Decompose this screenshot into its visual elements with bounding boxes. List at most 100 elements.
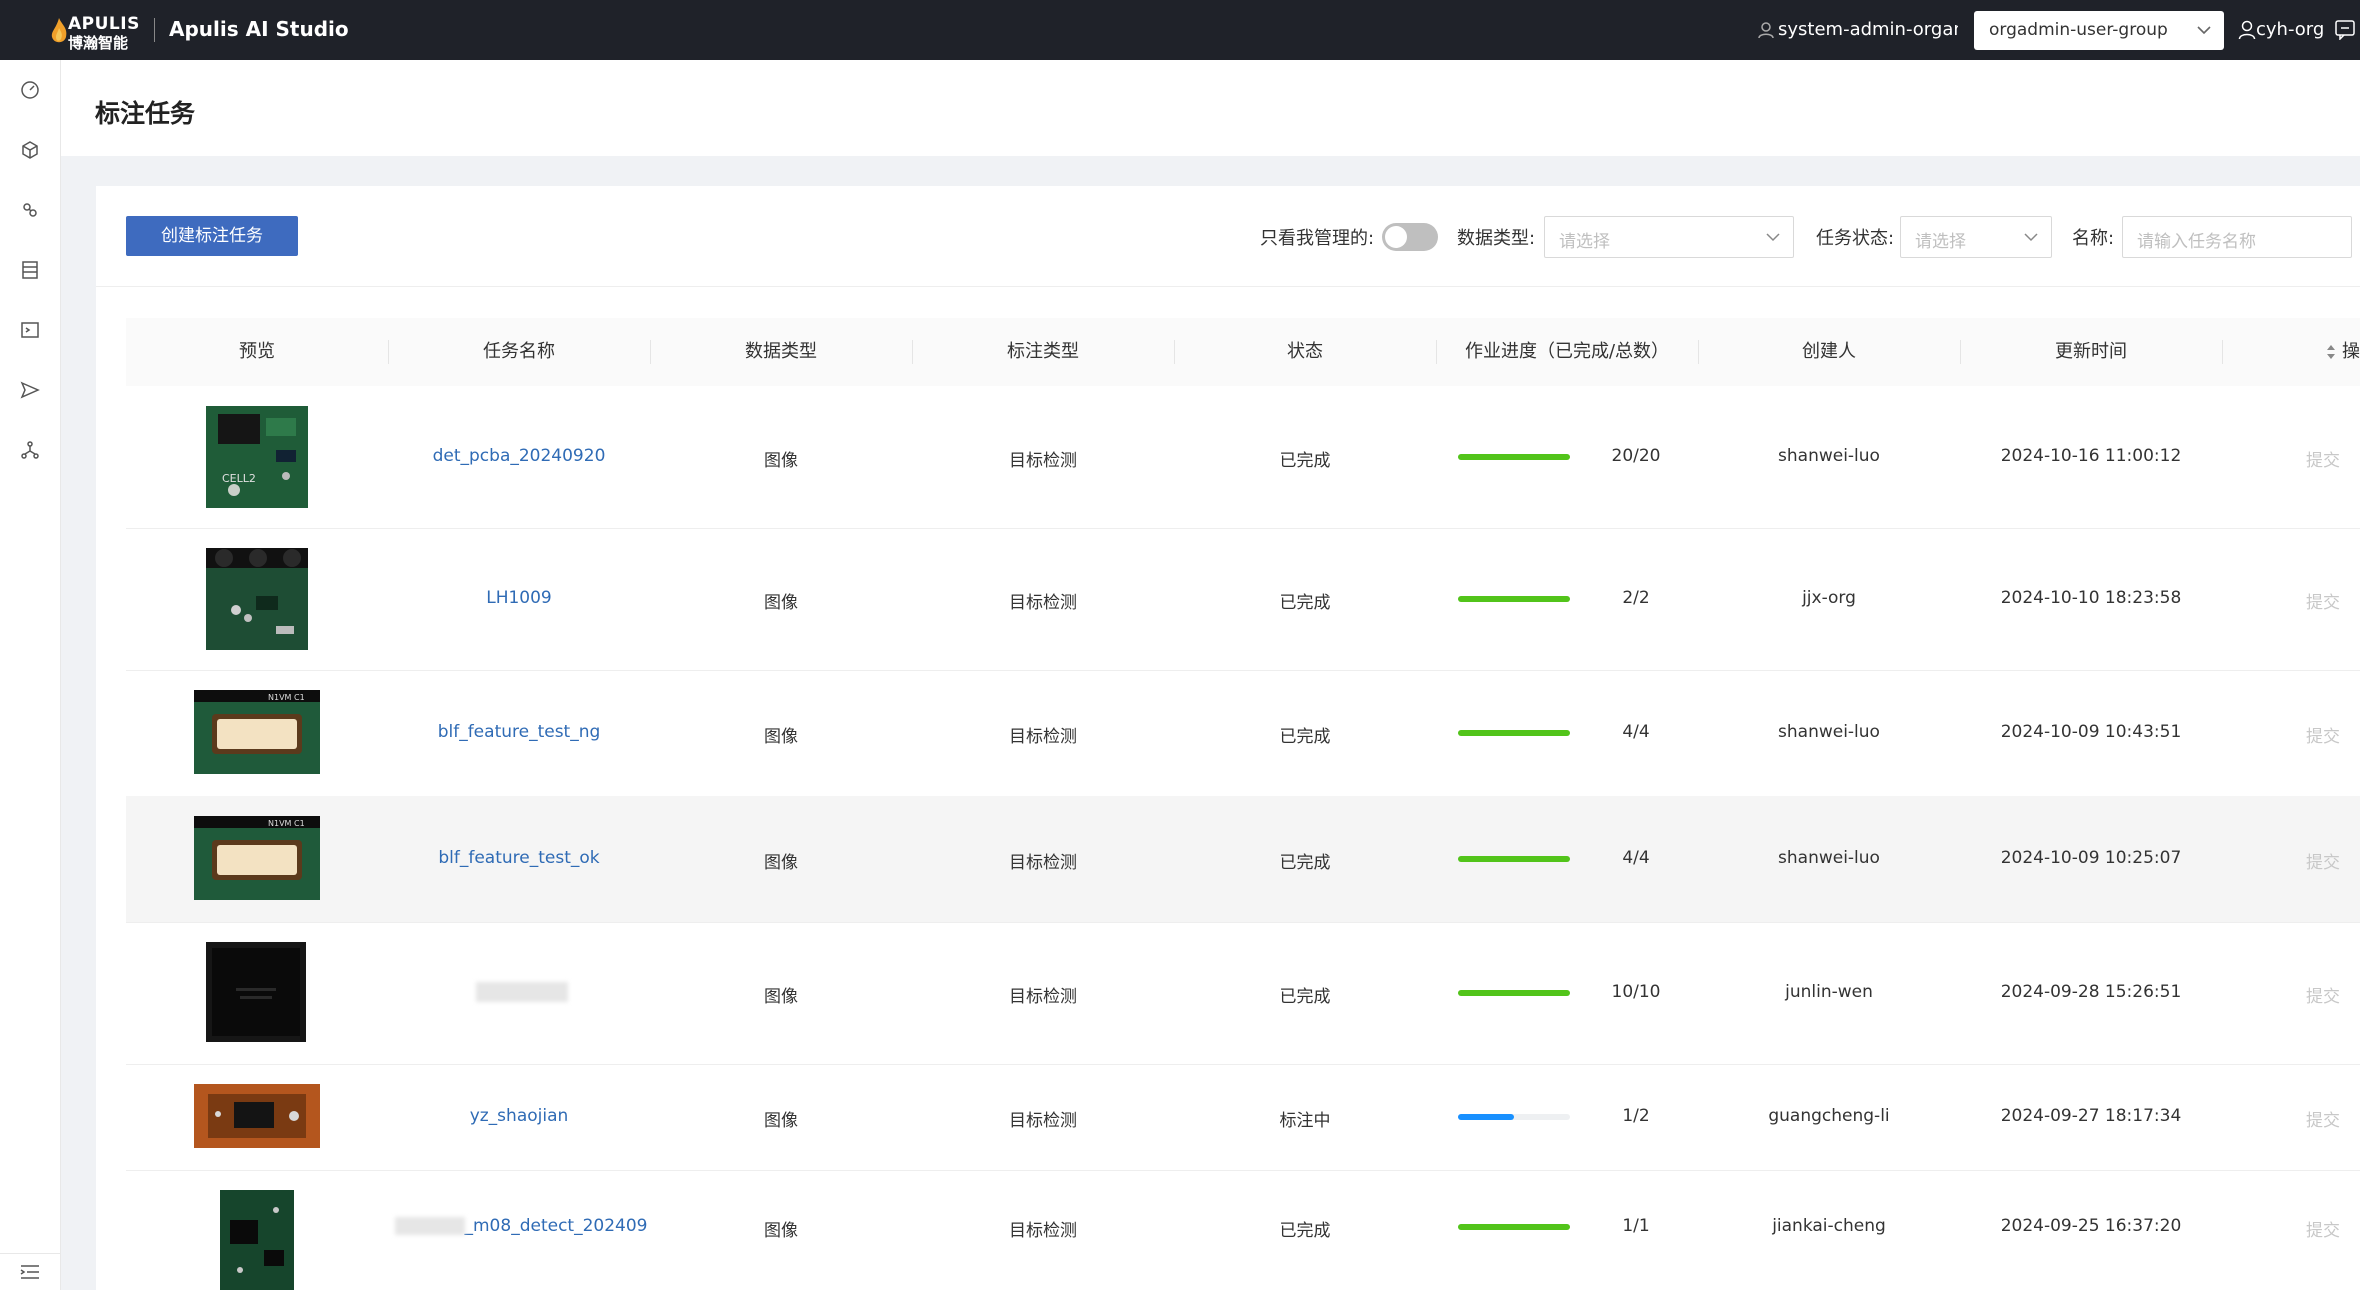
submit-action[interactable]: 提交 — [2286, 446, 2360, 471]
progress-bar — [1458, 856, 1570, 862]
data-type-select[interactable]: 请选择 — [1544, 216, 1794, 258]
table-row[interactable]: N1VM C1 blf_feature_test_ng 图像 目标检测 已完成 … — [126, 670, 2360, 797]
task-name-link[interactable]: _m08_detect_202409 — [366, 1216, 676, 1236]
updated-cell: 2024-10-10 18:23:58 — [2000, 588, 2182, 608]
col-creator: 创建人 — [1802, 341, 1856, 362]
col-task-name: 任务名称 — [483, 341, 555, 362]
status-cell: 已完成 — [1279, 451, 1331, 471]
table-icon[interactable] — [19, 259, 41, 281]
label-type-cell: 目标检测 — [1009, 853, 1077, 873]
data-type-cell: 图像 — [764, 1111, 798, 1131]
task-status-label: 任务状态: — [1816, 228, 1895, 249]
task-name-suffix: _m08_detect_202409 — [464, 1216, 648, 1236]
task-name-placeholder: 请输入任务名称 — [2137, 232, 2256, 252]
org-name[interactable]: cyh-org — [2256, 19, 2324, 40]
submit-action[interactable]: 提交 — [2286, 982, 2360, 1007]
admin-organization[interactable]: system-admin-organ... — [1778, 19, 1958, 40]
task-name-link[interactable] — [388, 982, 650, 1002]
label-type-cell: 目标检测 — [1009, 1221, 1077, 1241]
updated-cell: 2024-10-16 11:00:12 — [2000, 446, 2182, 466]
table-row[interactable]: N1VM C1 blf_feature_test_ok 图像 目标检测 已完成 … — [126, 796, 2360, 923]
table-row[interactable]: LH1009 图像 目标检测 已完成 2/2 jjx-org 2024-10-1… — [126, 528, 2360, 671]
toggle-knob — [1385, 226, 1407, 248]
apulis-logo[interactable]: APULIS 博瀚智能 — [48, 12, 143, 52]
only-mine-toggle[interactable] — [1382, 223, 1438, 251]
menu-collapse-icon[interactable] — [19, 1262, 41, 1282]
redacted-name-block — [394, 1217, 465, 1235]
col-status: 状态 — [1287, 341, 1323, 362]
row-preview-thumbnail[interactable] — [220, 1190, 294, 1290]
status-cell: 已完成 — [1279, 1221, 1331, 1241]
page-header: 标注任务 — [61, 60, 2360, 156]
submit-action[interactable]: 提交 — [2286, 588, 2360, 613]
logo-text-en: APULIS — [68, 14, 140, 34]
table-row[interactable]: _m08_detect_202409 图像 目标检测 已完成 1/1 jiank… — [126, 1170, 2360, 1290]
creator-cell: jjx-org — [1802, 588, 1856, 608]
thumb-label: CELL2 — [222, 472, 256, 485]
table-row[interactable]: CELL2 det_pcba_20240920 图像 目标检测 已完成 20/2… — [126, 386, 2360, 529]
col-preview: 预览 — [239, 341, 275, 362]
creator-cell: guangcheng-li — [1768, 1106, 1890, 1126]
progress-text: 10/10 — [1611, 982, 1661, 1002]
user-group-select[interactable]: orgadmin-user-group — [1974, 11, 2224, 50]
only-mine-label: 只看我管理的: — [1260, 228, 1375, 249]
task-name-link[interactable]: LH1009 — [388, 588, 650, 608]
chevron-down-icon — [2024, 233, 2038, 242]
progress-text: 1/2 — [1622, 1106, 1650, 1126]
message-icon[interactable] — [2334, 18, 2356, 40]
row-preview-thumbnail[interactable]: CELL2 — [206, 406, 308, 508]
thumb-label: N1VM C1 — [268, 819, 305, 828]
create-label-task-button[interactable]: 创建标注任务 — [126, 216, 298, 256]
row-preview-thumbnail[interactable] — [194, 1084, 320, 1148]
updated-cell: 2024-10-09 10:43:51 — [2000, 722, 2182, 742]
submit-action[interactable]: 提交 — [2286, 722, 2360, 747]
data-type-cell: 图像 — [764, 987, 798, 1007]
progress-bar-fill — [1458, 1224, 1570, 1230]
row-preview-thumbnail[interactable] — [206, 942, 306, 1042]
label-type-cell: 目标检测 — [1009, 593, 1077, 613]
progress-text: 1/1 — [1622, 1216, 1650, 1236]
task-status-select[interactable]: 请选择 — [1900, 216, 2052, 258]
chevron-down-icon — [1766, 233, 1780, 242]
data-type-cell: 图像 — [764, 727, 798, 747]
label-type-cell: 目标检测 — [1009, 451, 1077, 471]
updated-cell: 2024-09-28 15:26:51 — [2000, 982, 2182, 1002]
dashboard-icon[interactable] — [19, 79, 41, 101]
model-cube-icon[interactable] — [19, 139, 41, 161]
data-type-label: 数据类型: — [1457, 228, 1536, 249]
data-type-placeholder: 请选择 — [1559, 232, 1610, 252]
status-cell: 已完成 — [1279, 853, 1331, 873]
updated-cell: 2024-09-25 16:37:20 — [2000, 1216, 2182, 1236]
submit-action[interactable]: 提交 — [2286, 848, 2360, 873]
col-updated[interactable]: 更新时间 — [1960, 318, 2222, 386]
send-icon[interactable] — [19, 379, 41, 401]
terminal-icon[interactable] — [19, 319, 41, 341]
status-cell: 已完成 — [1279, 593, 1331, 613]
submit-action[interactable]: 提交 — [2286, 1216, 2360, 1241]
status-cell: 已完成 — [1279, 987, 1331, 1007]
progress-bar — [1458, 596, 1570, 602]
task-status-placeholder: 请选择 — [1915, 232, 1966, 252]
task-name-link[interactable]: yz_shaojian — [388, 1106, 650, 1126]
table-row[interactable]: yz_shaojian 图像 目标检测 标注中 1/2 guangcheng-l… — [126, 1064, 2360, 1171]
col-progress: 作业进度（已完成/总数） — [1464, 341, 1670, 362]
row-preview-thumbnail[interactable]: N1VM C1 — [194, 816, 320, 900]
header-divider — [154, 18, 155, 42]
row-preview-thumbnail[interactable]: N1VM C1 — [194, 690, 320, 774]
task-name-link[interactable]: blf_feature_test_ok — [388, 848, 650, 868]
dataset-icon[interactable] — [19, 199, 41, 221]
col-action: 操 — [2342, 341, 2360, 362]
task-name-link[interactable]: blf_feature_test_ng — [388, 722, 650, 742]
task-name-input[interactable]: 请输入任务名称 — [2122, 216, 2352, 258]
nodes-icon[interactable] — [19, 439, 41, 461]
task-name-link[interactable]: det_pcba_20240920 — [388, 446, 650, 466]
table-row[interactable]: 图像 目标检测 已完成 10/10 junlin-wen 2024-09-28 … — [126, 922, 2360, 1065]
submit-action[interactable]: 提交 — [2286, 1106, 2360, 1131]
progress-bar — [1458, 1224, 1570, 1230]
progress-text: 4/4 — [1622, 722, 1650, 742]
progress-text: 2/2 — [1622, 588, 1650, 608]
row-preview-thumbnail[interactable] — [206, 548, 308, 650]
progress-text: 4/4 — [1622, 848, 1650, 868]
sidebar — [0, 60, 61, 1290]
name-label: 名称: — [2072, 228, 2115, 249]
